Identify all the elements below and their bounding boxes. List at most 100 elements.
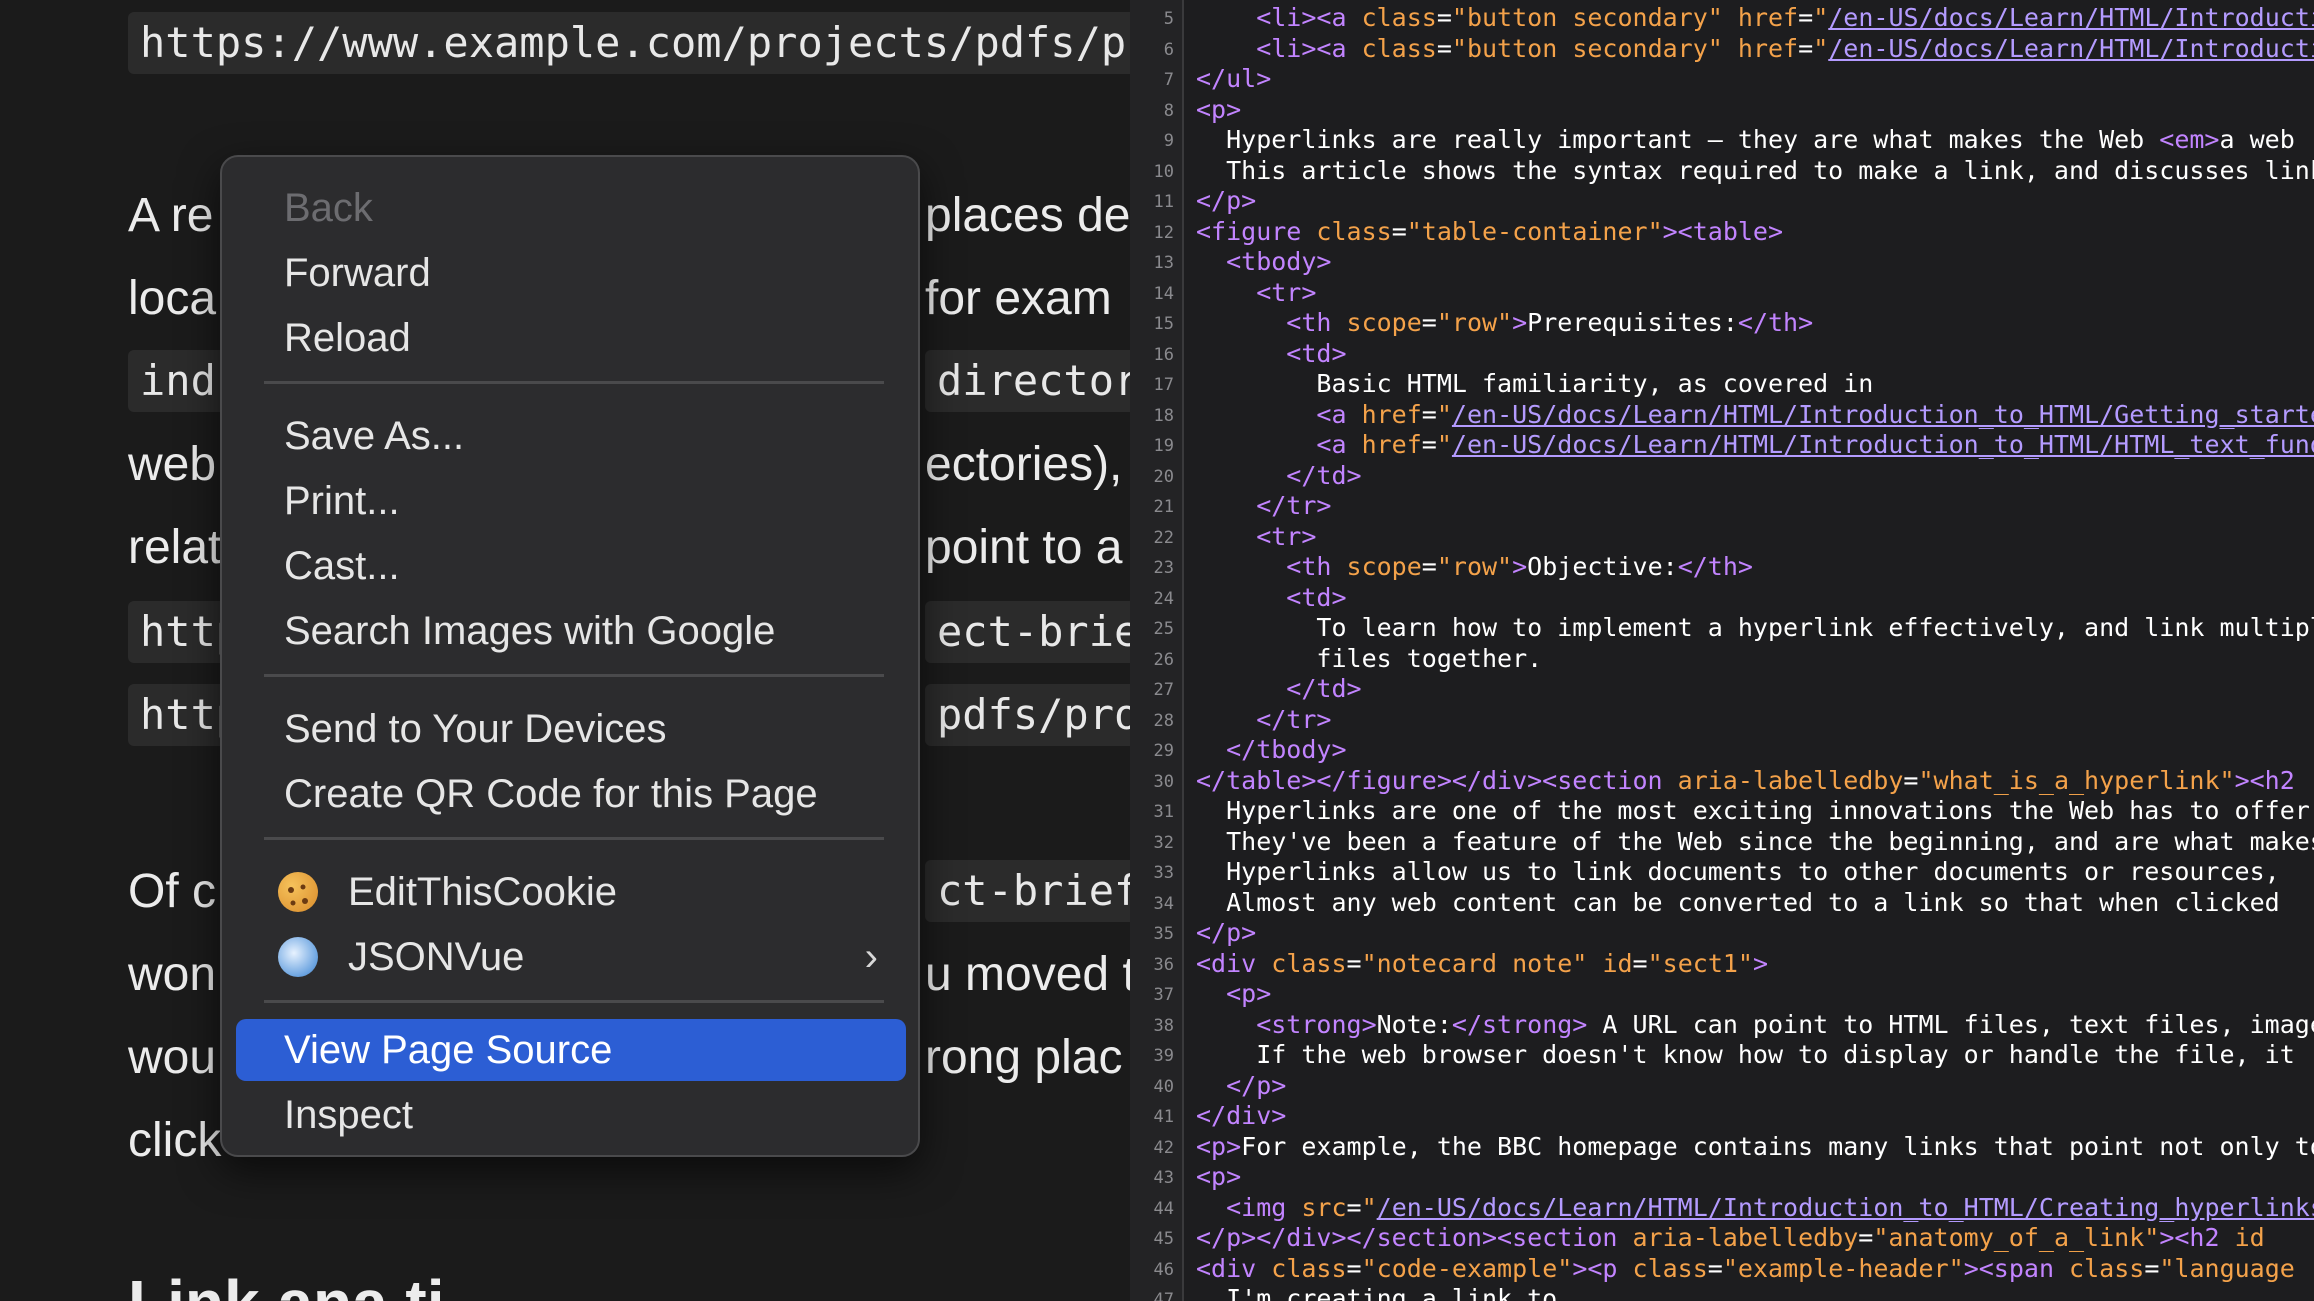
source-token: ><h2: [2234, 765, 2295, 795]
source-token: =: [1436, 33, 1452, 63]
source-token: Basic HTML familiarity, as covered in: [1196, 369, 1874, 398]
paragraph-text: web: [128, 438, 217, 491]
source-link[interactable]: /en-US/docs/Learn/HTML/Introduction_to_H…: [1828, 3, 2314, 32]
line-number: 29: [1153, 741, 1174, 761]
menu-item-save-as[interactable]: Save As...: [236, 405, 906, 467]
line-number: 23: [1153, 558, 1174, 578]
source-line: </tr>: [1196, 705, 1331, 734]
source-token: =: [1707, 1253, 1723, 1283]
source-token: ": [1813, 3, 1829, 32]
menu-item-jsonvue[interactable]: JSONVue ›: [236, 926, 906, 988]
menu-item-send-to-devices[interactable]: Send to Your Devices: [236, 698, 906, 760]
source-line: </td>: [1196, 674, 1361, 703]
source-token: href: [1361, 430, 1422, 459]
menu-item-print[interactable]: Print...: [236, 470, 906, 532]
source-token: A URL can point to HTML files, text file…: [1587, 1009, 2314, 1039]
source-token: <p>: [1196, 1162, 1242, 1191]
source-line: This article shows the syntax required t…: [1196, 156, 2314, 185]
source-line: <p>: [1196, 95, 1241, 124]
source-token: <tbody>: [1196, 247, 1332, 276]
paragraph-text: for exam: [925, 272, 1112, 325]
jsonvue-icon: [278, 937, 318, 977]
line-number: 10: [1153, 161, 1174, 182]
paragraph-text: point to a: [925, 521, 1123, 574]
line-number: 37: [1153, 985, 1174, 1005]
paragraph-text: rong plac: [925, 1031, 1123, 1084]
source-token: <th: [1196, 308, 1347, 337]
line-number: 12: [1153, 222, 1174, 243]
source-token: [1723, 3, 1738, 32]
paragraph-text: ectories),: [925, 438, 1123, 491]
line-number: 19: [1153, 436, 1174, 456]
source-token: scope: [1346, 552, 1422, 581]
source-token: "what_is_a_hyperlink": [1918, 765, 2235, 795]
source-token: </th>: [1677, 552, 1753, 581]
menu-item-editthiscookie[interactable]: EditThisCookie: [236, 861, 906, 923]
line-number-gutter: 5 6 7 8 9 10 11 12 13 14 15 16 17 18 19 20 21 22 23 24 25 26 2…: [1130, 0, 1184, 1301]
source-line: <td>: [1196, 582, 1347, 612]
paragraph-text: click: [128, 1114, 222, 1167]
source-token: >: [1512, 308, 1528, 337]
line-number: 14: [1153, 283, 1174, 304]
source-token: </th>: [1737, 308, 1814, 337]
source-token: <em>: [2159, 125, 2220, 154]
source-token: <a: [1196, 399, 1362, 429]
source-line: <th scope="row">Objective:</th>: [1196, 552, 1753, 581]
source-line: <div class="code-example"><p class="exam…: [1196, 1254, 2295, 1283]
source-token: <tr>: [1196, 277, 1317, 307]
source-token: href: [1737, 3, 1799, 32]
paragraph-text: wou: [128, 1031, 217, 1084]
source-link[interactable]: /en-US/docs/Learn/HTML/Introduction_to_H…: [1377, 1193, 2314, 1222]
source-line: <strong>Note:</strong> A URL can point t…: [1196, 1010, 2314, 1039]
menu-item-cast[interactable]: Cast...: [236, 535, 906, 597]
source-token: <tr>: [1196, 521, 1317, 551]
source-token: =: [1346, 1192, 1362, 1222]
menu-separator: [264, 1000, 884, 1003]
source-line: Basic HTML familiarity, as covered in: [1196, 369, 1873, 398]
line-number: 27: [1153, 680, 1174, 700]
source-line: </table></figure></div><section aria-lab…: [1196, 766, 2295, 795]
source-token: <p>: [1196, 979, 1272, 1008]
source-token: Note:: [1376, 1009, 1452, 1039]
menu-item-search-images[interactable]: Search Images with Google: [236, 600, 906, 662]
source-token: id: [2234, 1223, 2265, 1252]
source-link[interactable]: /en-US/docs/Learn/HTML/Introduction_to_H…: [1452, 430, 2314, 459]
source-token: <th: [1196, 552, 1347, 581]
line-number: 8: [1163, 100, 1174, 121]
source-token: ": [1436, 399, 1452, 429]
source-line: <li><a class="button secondary" href="/e…: [1196, 34, 2314, 63]
source-line: <li><a class="button secondary" href="/e…: [1196, 3, 2314, 32]
source-token: =: [1421, 552, 1437, 581]
menu-item-reload[interactable]: Reload: [236, 307, 906, 369]
source-line: Hyperlinks are one of the most exciting …: [1196, 796, 2314, 825]
menu-item-forward[interactable]: Forward: [236, 242, 906, 304]
line-number: 15: [1153, 314, 1174, 334]
line-number: 44: [1153, 1198, 1174, 1219]
line-number: 45: [1153, 1229, 1174, 1249]
menu-item-create-qr-code[interactable]: Create QR Code for this Page: [236, 763, 906, 825]
inline-code-chip: ct-brief.: [925, 860, 1130, 922]
source-token: <td>: [1196, 582, 1347, 612]
source-token: =: [1858, 1223, 1874, 1252]
source-token: </p>: [1196, 1070, 1287, 1100]
menu-item-inspect[interactable]: Inspect: [236, 1084, 906, 1146]
paragraph-text: places de: [925, 189, 1130, 242]
source-token: Almost any web content can be converted …: [1196, 887, 2280, 917]
source-token: <a: [1196, 430, 1362, 459]
source-token: >: [1752, 948, 1769, 978]
source-token: </tr>: [1196, 704, 1332, 734]
line-number: 17: [1153, 375, 1174, 395]
source-link[interactable]: /en-US/docs/Learn/HTML/Introduction_to_H…: [1452, 400, 2314, 429]
menu-item-back: Back: [284, 186, 373, 230]
source-token: aria-labelledby: [1677, 765, 1904, 795]
line-number: 20: [1153, 466, 1174, 487]
line-number: 18: [1153, 405, 1174, 426]
source-link[interactable]: /en-US/docs/Learn/HTML/Introduction_to_H…: [1828, 34, 2314, 63]
menu-item-view-page-source[interactable]: View Page Source: [236, 1019, 906, 1081]
source-token: =: [1798, 33, 1814, 63]
source-token: =: [1903, 765, 1919, 795]
source-line: <p>For example, the BBC homepage contain…: [1196, 1132, 2314, 1161]
source-token: class: [1271, 948, 1347, 978]
paragraph-text: won: [128, 948, 217, 1001]
url-code-chip: https://www.example.com/projects/pdfs/pr…: [128, 12, 1130, 74]
